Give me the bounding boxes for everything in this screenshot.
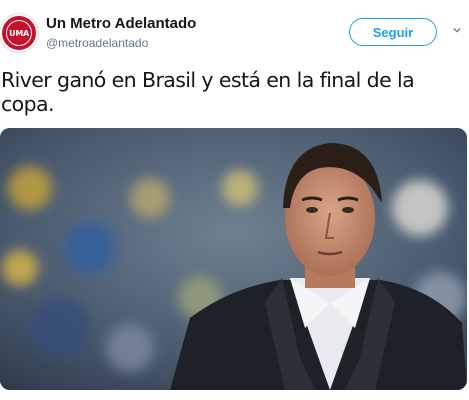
coach-photo-image (0, 128, 467, 390)
tweet-media-photo[interactable] (0, 128, 467, 390)
avatar[interactable]: UMA (0, 14, 38, 52)
chevron-down-icon[interactable] (453, 26, 461, 34)
follow-button[interactable]: Seguir (349, 18, 437, 46)
avatar-logo: UMA (6, 20, 32, 46)
tweet-text: River ganó en Brasil y está en la final … (1, 68, 415, 116)
display-name[interactable]: Un Metro Adelantado (46, 15, 196, 32)
avatar-logo-text: UMA (9, 28, 29, 38)
user-handle[interactable]: @metroadelantado (46, 36, 148, 50)
